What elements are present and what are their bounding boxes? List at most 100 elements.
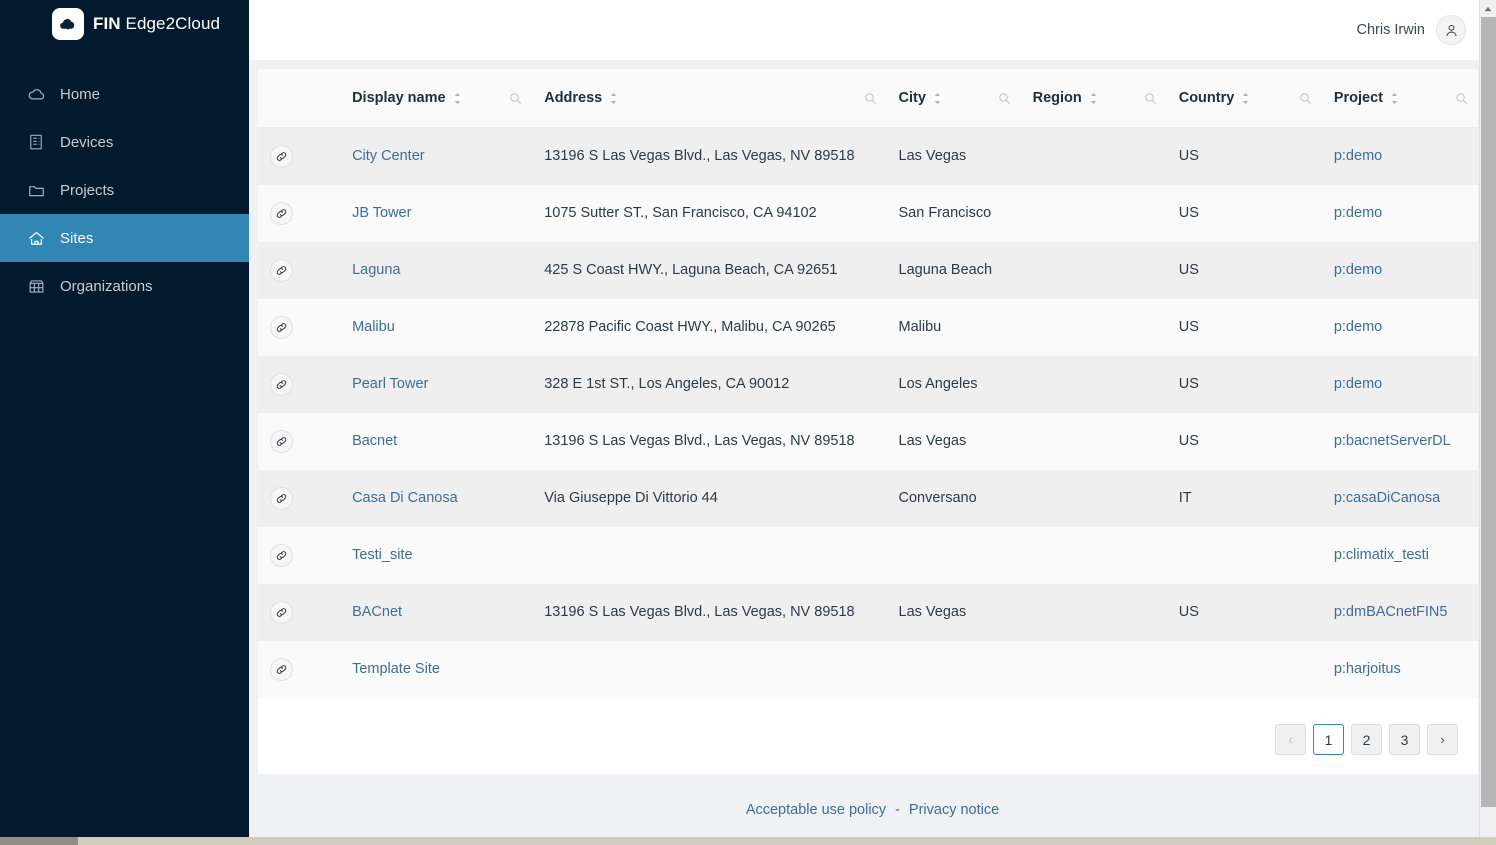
column-header-city[interactable]: City [886,69,1021,128]
pagination-next-button[interactable]: › [1427,724,1458,755]
cell-project[interactable]: p:demo [1322,299,1478,356]
search-icon[interactable] [864,92,877,105]
horizontal-scrollbar-thumb[interactable] [0,837,78,845]
sort-arrows-icon[interactable] [1241,92,1250,105]
sidebar-item-home[interactable]: Home [0,70,249,118]
cell-project-link[interactable]: p:demo [1334,319,1382,335]
pagination-page-1[interactable]: 1 [1313,724,1344,755]
column-header-country[interactable]: Country [1166,69,1322,128]
chain-link-icon[interactable] [270,543,293,567]
brand-logo[interactable]: FIN Edge2Cloud [0,0,249,48]
cell-project[interactable]: p:harjoitus [1322,641,1478,698]
cell-display-name-link[interactable]: Testi_site [352,547,412,563]
column-header-address[interactable]: Address [532,69,887,128]
table-row[interactable]: Template Site p:harjoitus [258,640,1478,698]
sort-arrows-icon[interactable] [933,92,942,105]
cell-project-link[interactable]: p:demo [1334,205,1382,221]
chain-link-icon[interactable] [270,315,293,339]
cell-project[interactable]: p:demo [1322,356,1478,413]
cell-display-name[interactable]: City Center [340,128,532,185]
cell-project-link[interactable]: p:dmBACnetFIN5 [1334,604,1448,620]
sort-arrows-icon[interactable] [453,92,462,105]
cell-display-name[interactable]: JB Tower [340,185,532,242]
cell-display-name[interactable]: Laguna [340,242,532,299]
table-row[interactable]: BACnet 13196 S Las Vegas Blvd., Las Vegas… [258,583,1478,641]
cell-display-name-link[interactable]: City Center [352,148,425,164]
cell-project[interactable]: p:demo [1322,242,1478,299]
cell-region [1021,470,1167,527]
table-row[interactable]: Bacnet 13196 S Las Vegas Blvd., Las Vegas… [258,412,1478,470]
pagination-page-3[interactable]: 3 [1389,724,1420,755]
vertical-scrollbar[interactable] [1479,0,1496,837]
table-row[interactable]: Malibu 22878 Pacific Coast HWY., Malibu, … [258,298,1478,356]
chain-link-icon[interactable] [270,372,293,396]
horizontal-scrollbar[interactable] [0,837,1496,845]
cell-country: US [1178,433,1199,449]
cell-project[interactable]: p:casaDiCanosa [1322,470,1478,527]
cell-project-link[interactable]: p:harjoitus [1334,661,1401,677]
chain-link-icon[interactable] [270,144,293,168]
cell-display-name-link[interactable]: Template Site [352,661,440,677]
cell-project[interactable]: p:demo [1322,185,1478,242]
column-header-region[interactable]: Region [1020,69,1167,128]
sort-arrows-icon[interactable] [1089,92,1098,105]
cell-display-name[interactable]: Testi_site [340,527,532,584]
cell-project-link[interactable]: p:demo [1334,148,1382,164]
cell-display-name-link[interactable]: Bacnet [352,433,397,449]
cell-project[interactable]: p:climatix_testi [1322,527,1478,584]
chain-link-icon[interactable] [270,429,293,453]
cell-display-name[interactable]: Bacnet [340,413,532,470]
sidebar-item-projects[interactable]: Projects [0,166,249,214]
sort-arrows-icon[interactable] [609,92,618,105]
search-icon[interactable] [1455,92,1468,105]
pagination-prev-button[interactable]: ‹ [1275,724,1306,755]
privacy-notice-link[interactable]: Privacy notice [909,802,999,818]
cell-display-name[interactable]: Template Site [340,641,532,698]
scroll-up-arrow-icon[interactable] [1480,0,1496,17]
sidebar-item-devices[interactable]: Devices [0,118,249,166]
table-row[interactable]: Pearl Tower 328 E 1st ST., Los Angeles, C… [258,355,1478,413]
table-row[interactable]: Testi_site p:climatix_testi [258,526,1478,584]
cell-display-name[interactable]: Pearl Tower [340,356,532,413]
vertical-scrollbar-thumb[interactable] [1481,17,1496,807]
search-icon[interactable] [509,92,522,105]
sort-arrows-icon[interactable] [1390,92,1399,105]
cell-project-link[interactable]: p:climatix_testi [1334,547,1429,563]
user-avatar-icon[interactable] [1436,15,1466,45]
cell-display-name-link[interactable]: JB Tower [352,205,411,221]
cell-display-name-link[interactable]: Malibu [352,319,395,335]
table-row[interactable]: JB Tower 1075 Sutter ST., San Francisco, … [258,184,1478,242]
cell-display-name[interactable]: Casa Di Canosa [340,470,532,527]
sidebar-item-sites[interactable]: Sites [0,214,249,262]
cell-display-name-link[interactable]: Laguna [352,262,400,278]
table-row[interactable]: City Center 13196 S Las Vegas Blvd., Las … [258,127,1478,185]
chain-link-icon[interactable] [270,258,293,282]
cell-project-link[interactable]: p:demo [1334,376,1382,392]
cell-project[interactable]: p:bacnetServerDL [1322,413,1478,470]
cell-display-name-link[interactable]: Pearl Tower [352,376,428,392]
cell-project-link[interactable]: p:demo [1334,262,1382,278]
pagination-page-2[interactable]: 2 [1351,724,1382,755]
cell-display-name-link[interactable]: Casa Di Canosa [352,490,458,506]
cell-display-name[interactable]: Malibu [340,299,532,356]
cell-project-link[interactable]: p:bacnetServerDL [1334,433,1451,449]
column-header-project[interactable]: Project [1321,69,1478,128]
sidebar-item-organizations[interactable]: Organizations [0,262,249,310]
chain-link-icon[interactable] [270,600,293,624]
table-row[interactable]: Laguna 425 S Coast HWY., Laguna Beach, CA… [258,241,1478,299]
acceptable-use-policy-link[interactable]: Acceptable use policy [746,802,886,818]
cell-project[interactable]: p:demo [1322,128,1478,185]
cell-project-link[interactable]: p:casaDiCanosa [1334,490,1440,506]
cell-display-name[interactable]: BACnet [340,584,532,641]
cell-display-name-link[interactable]: BACnet [352,604,402,620]
search-icon[interactable] [1299,92,1312,105]
search-icon[interactable] [1144,92,1157,105]
table-row[interactable]: Casa Di Canosa Via Giuseppe Di Vittorio 4… [258,469,1478,527]
column-header-display-name[interactable]: Display name [340,69,533,128]
chain-link-icon[interactable] [270,486,293,510]
search-icon[interactable] [998,92,1011,105]
cell-project[interactable]: p:dmBACnetFIN5 [1322,584,1478,641]
chain-link-icon[interactable] [270,657,293,681]
chain-link-icon[interactable] [270,201,293,225]
sites-table-card: Display name Address City Region Country… [258,69,1478,774]
